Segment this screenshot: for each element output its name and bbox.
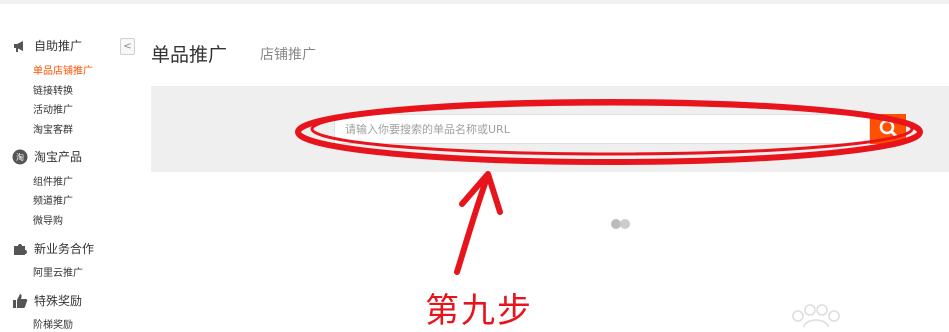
megaphone-icon bbox=[12, 38, 28, 54]
sidebar-section-taobao-products[interactable]: 淘 淘宝产品 bbox=[12, 148, 82, 165]
sidebar-section-label: 特殊奖励 bbox=[34, 294, 83, 308]
sidebar-item-tier-reward[interactable]: 阶梯奖励 bbox=[33, 316, 73, 331]
puzzle-icon bbox=[12, 241, 28, 257]
sidebar-item-micro-guide[interactable]: 微导购 bbox=[33, 212, 63, 227]
sidebar-section-label: 淘宝产品 bbox=[34, 150, 83, 164]
sidebar-item-taoke-group[interactable]: 淘宝客群 bbox=[33, 121, 73, 136]
sidebar-item-component-promo[interactable]: 组件推广 bbox=[33, 173, 73, 188]
tab-single-item-promo[interactable]: 单品推广 bbox=[151, 40, 227, 67]
top-divider bbox=[0, 0, 949, 4]
svg-text:淘: 淘 bbox=[16, 152, 24, 162]
sidebar-item-link-convert[interactable]: 链接转换 bbox=[33, 82, 73, 97]
search-button[interactable] bbox=[870, 114, 906, 144]
sidebar-collapse-button[interactable]: < bbox=[120, 38, 135, 55]
sidebar-item-aliyun-promo[interactable]: 阿里云推广 bbox=[33, 264, 83, 279]
taobao-icon: 淘 bbox=[12, 149, 28, 165]
sidebar-section-new-business[interactable]: 新业务合作 bbox=[12, 240, 94, 257]
search-input[interactable] bbox=[334, 114, 870, 144]
thumbs-up-icon bbox=[12, 293, 28, 309]
sidebar-section-label: 自助推广 bbox=[34, 39, 83, 53]
sidebar-item-activity-promo[interactable]: 活动推广 bbox=[33, 101, 73, 116]
sidebar-section-self-promo[interactable]: 自助推广 bbox=[12, 37, 82, 54]
sidebar: 自助推广 单品店铺推广 链接转换 活动推广 淘宝客群 淘 淘宝产品 组件推广 频… bbox=[0, 0, 140, 331]
loading-indicator-icon bbox=[611, 219, 630, 229]
search-icon bbox=[879, 119, 898, 138]
sidebar-section-label: 新业务合作 bbox=[34, 242, 95, 256]
annotation-step-label: 第九步 bbox=[425, 291, 533, 331]
sidebar-section-special-reward[interactable]: 特殊奖励 bbox=[12, 292, 82, 309]
tab-shop-promo[interactable]: 店铺推广 bbox=[260, 44, 316, 64]
paw-watermark-icon bbox=[792, 304, 840, 327]
sidebar-item-channel-promo[interactable]: 频道推广 bbox=[33, 192, 73, 207]
sidebar-item-single-shop-promo[interactable]: 单品店铺推广 bbox=[33, 62, 93, 77]
annotation-arrow bbox=[454, 171, 503, 275]
